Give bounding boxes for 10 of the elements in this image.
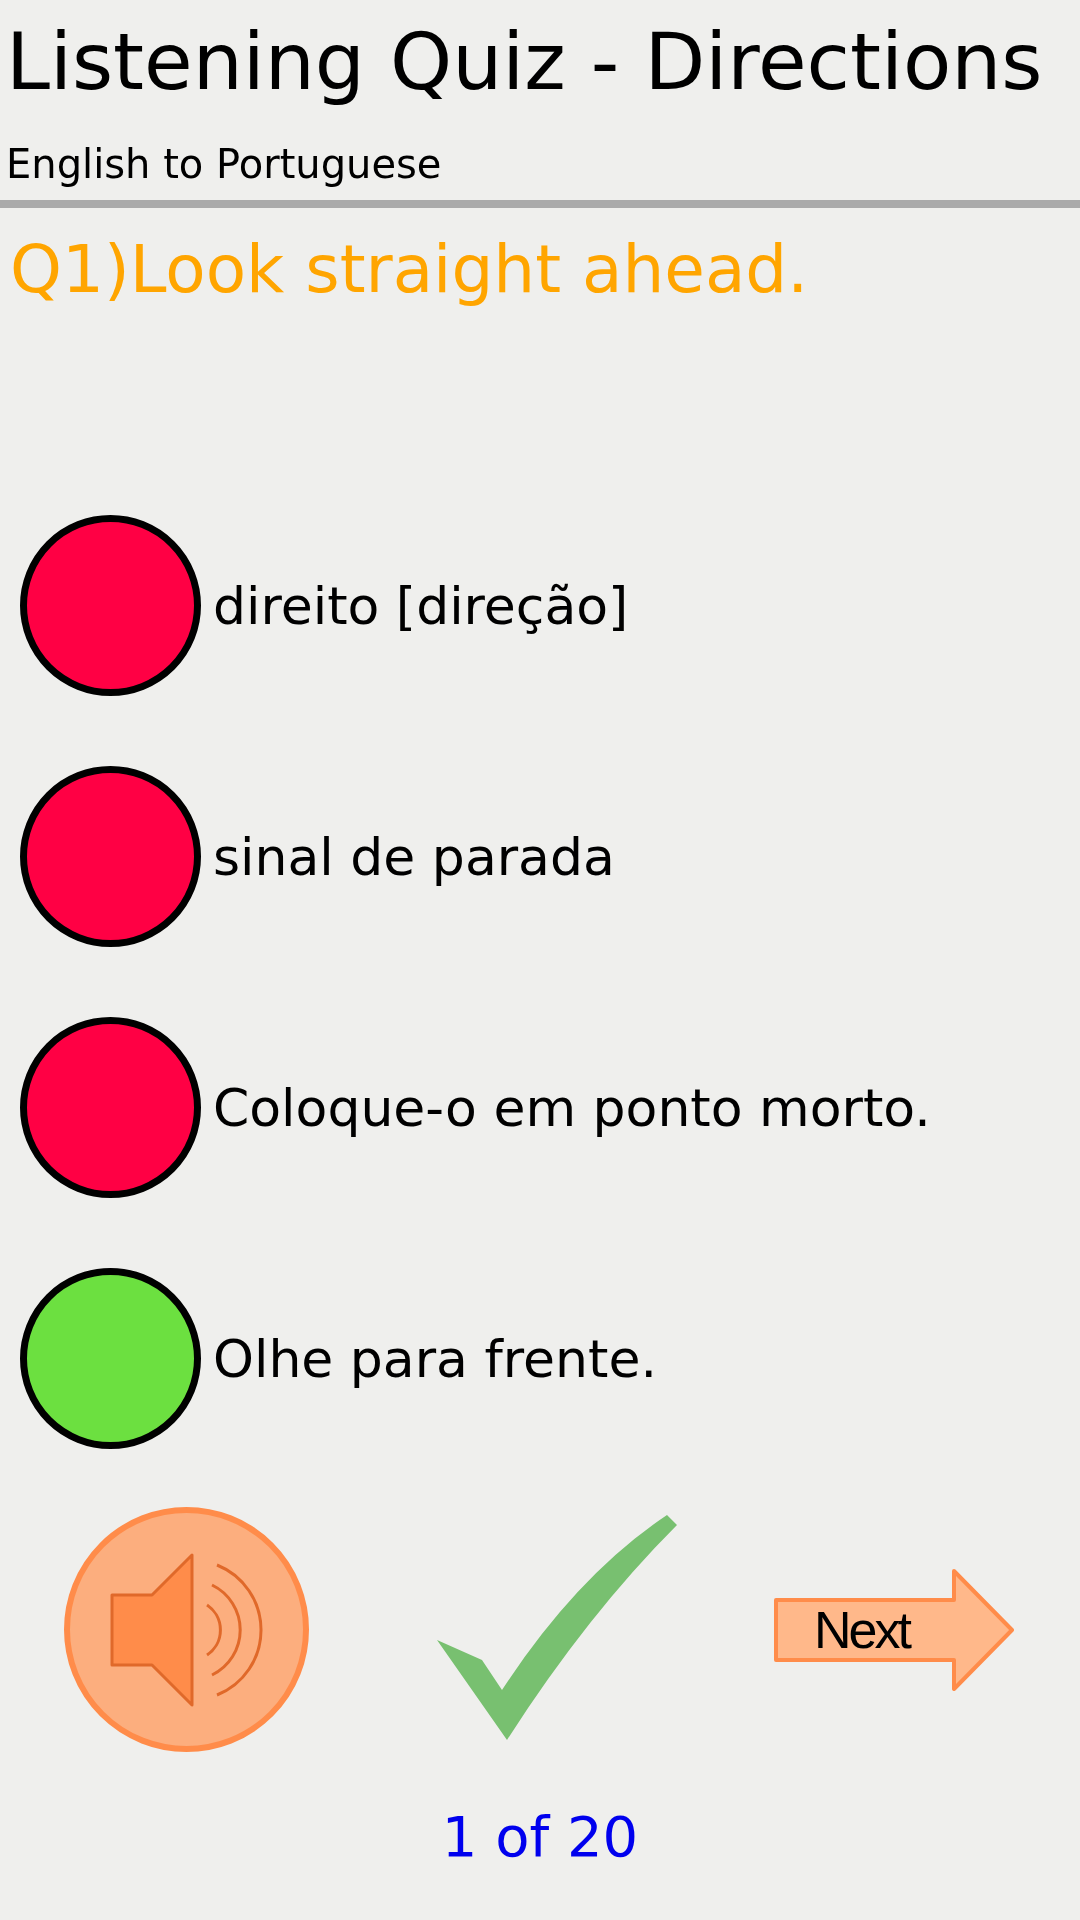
next-button[interactable]: Next — [774, 1568, 1014, 1691]
question-text: Q1)Look straight ahead. — [9, 230, 810, 310]
answer-text: Olhe para frente. — [213, 1327, 657, 1391]
answer-text: sinal de parada — [213, 825, 615, 889]
answer-text: direito [direção] — [213, 574, 629, 638]
screen-title: Listening Quiz - Directions — [6, 15, 1043, 110]
arrow-icon — [774, 1568, 1014, 1691]
progress-counter: 1 of 20 — [441, 1803, 639, 1871]
answer-text: Coloque-o em ponto morto. — [213, 1076, 931, 1140]
screen-subtitle: English to Portuguese — [6, 140, 442, 189]
